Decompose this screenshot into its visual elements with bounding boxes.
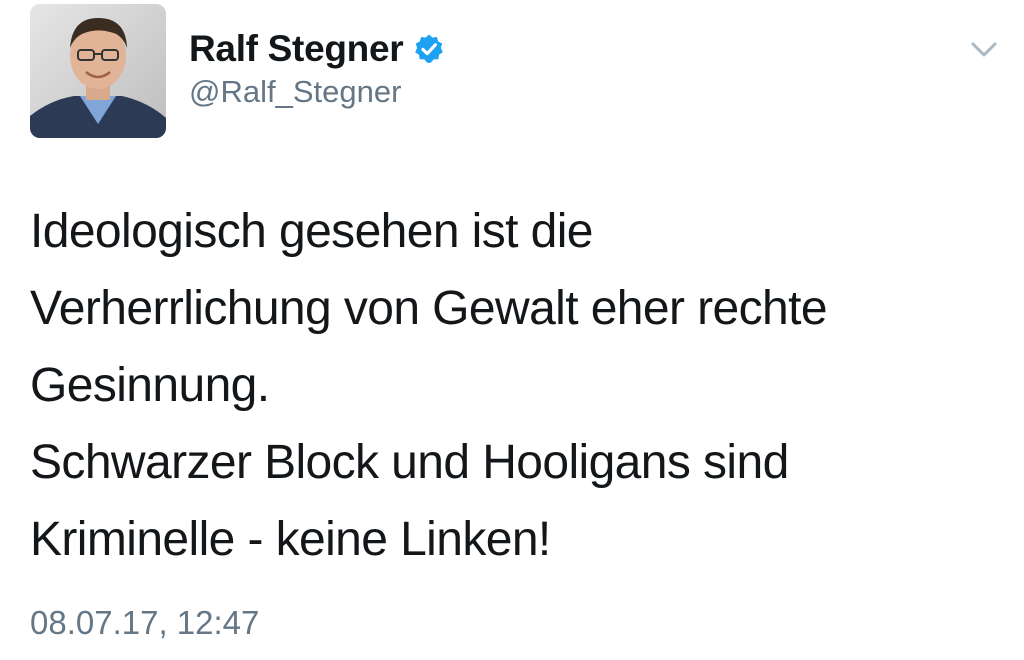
tweet-text-line: Kriminelle - keine Linken! xyxy=(30,513,551,566)
chevron-down-icon xyxy=(971,42,997,57)
tweet-text-line: Ideologisch gesehen ist die xyxy=(30,205,593,258)
author-name-row[interactable]: Ralf Stegner xyxy=(189,24,445,74)
tweet-menu-button[interactable] xyxy=(966,36,1002,64)
tweet-text: Ideologisch gesehen ist die Verherrlichu… xyxy=(30,193,990,578)
tweet-text-line: Schwarzer Block und Hooligans sind xyxy=(30,436,789,489)
tweet-text-line: Verherrlichung von Gewalt eher rechte xyxy=(30,282,828,335)
profile-photo xyxy=(30,4,166,138)
tweet-timestamp[interactable]: 08.07.17, 12:47 xyxy=(30,604,259,642)
author-display-name[interactable]: Ralf Stegner xyxy=(189,28,404,70)
author-handle[interactable]: @Ralf_Stegner xyxy=(189,74,401,110)
verified-badge-icon xyxy=(413,33,445,65)
tweet-card: Ralf Stegner @Ralf_Stegner Ideologisch g… xyxy=(0,0,1024,660)
avatar[interactable] xyxy=(30,4,166,138)
tweet-text-line: Gesinnung. xyxy=(30,359,270,412)
